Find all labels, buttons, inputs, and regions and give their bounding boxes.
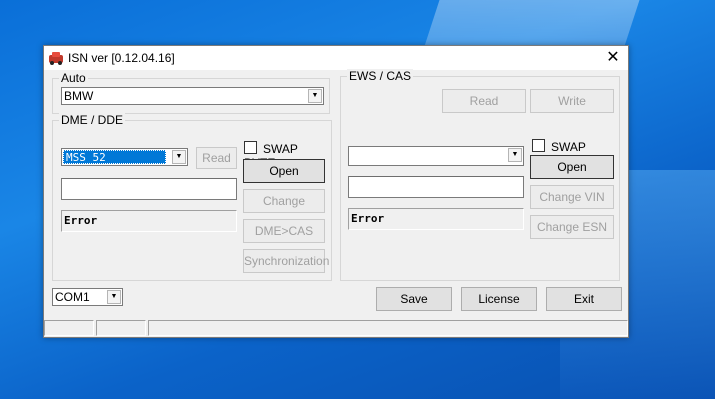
save-button[interactable]: Save (376, 287, 452, 311)
chevron-down-icon[interactable]: ▼ (308, 89, 322, 103)
auto-group: Auto BMW ▼ (52, 71, 330, 114)
ews-read-button[interactable]: Read (442, 89, 526, 113)
ews-status-text: Error (348, 208, 524, 230)
auto-select[interactable]: BMW ▼ (61, 87, 324, 105)
checkbox-box[interactable] (532, 139, 545, 152)
ews-open-button[interactable]: Open (530, 155, 614, 179)
dme-input-field[interactable] (61, 178, 237, 200)
isn-window: ISN ver [0.12.04.16] ✕ Auto BMW ▼ DME / … (43, 45, 629, 338)
dme-module-value: MSS 52 (63, 150, 166, 164)
dme-open-button[interactable]: Open (243, 159, 325, 183)
car-key-icon (49, 52, 63, 65)
close-button[interactable]: ✕ (602, 48, 624, 68)
chevron-down-icon[interactable]: ▼ (172, 150, 186, 164)
status-bar-cell (44, 320, 94, 336)
dme-module-select[interactable]: MSS 52 ▼ (61, 148, 188, 166)
com-port-select[interactable]: COM1 ▼ (52, 288, 123, 306)
checkbox-box[interactable] (244, 141, 257, 154)
auto-select-value: BMW (64, 89, 94, 103)
dme-read-button[interactable]: Read (196, 147, 237, 169)
ews-group-label: EWS / CAS (347, 69, 414, 83)
chevron-down-icon[interactable]: ▼ (508, 148, 522, 162)
dme-status-text: Error (61, 210, 237, 232)
chevron-down-icon[interactable]: ▼ (107, 290, 121, 304)
window-title: ISN ver [0.12.04.16] (68, 51, 175, 65)
dme-change-button[interactable]: Change (243, 189, 325, 213)
ews-input-field[interactable] (348, 176, 524, 198)
status-bar (44, 319, 628, 337)
status-bar-cell (148, 320, 628, 336)
status-bar-cell (96, 320, 146, 336)
synchronization-button[interactable]: Synchronization (243, 249, 329, 273)
dme-group: DME / DDE MSS 52 ▼ Read SWAP BYTE Open C… (52, 113, 332, 281)
ews-write-button[interactable]: Write (530, 89, 614, 113)
license-button[interactable]: License (461, 287, 537, 311)
auto-group-label: Auto (59, 71, 88, 85)
ews-module-select[interactable]: ▼ (348, 146, 524, 166)
com-port-value: COM1 (55, 290, 90, 304)
dme-group-label: DME / DDE (59, 113, 126, 127)
exit-button[interactable]: Exit (546, 287, 622, 311)
ews-group: EWS / CAS Read Write SWAP BYTE ▼ Open Ch… (340, 69, 620, 281)
title-bar[interactable]: ISN ver [0.12.04.16] ✕ (44, 46, 628, 70)
close-icon: ✕ (606, 49, 620, 66)
change-vin-button[interactable]: Change VIN (530, 185, 614, 209)
change-esn-button[interactable]: Change ESN (530, 215, 614, 239)
dme-cas-button[interactable]: DME>CAS (243, 219, 325, 243)
